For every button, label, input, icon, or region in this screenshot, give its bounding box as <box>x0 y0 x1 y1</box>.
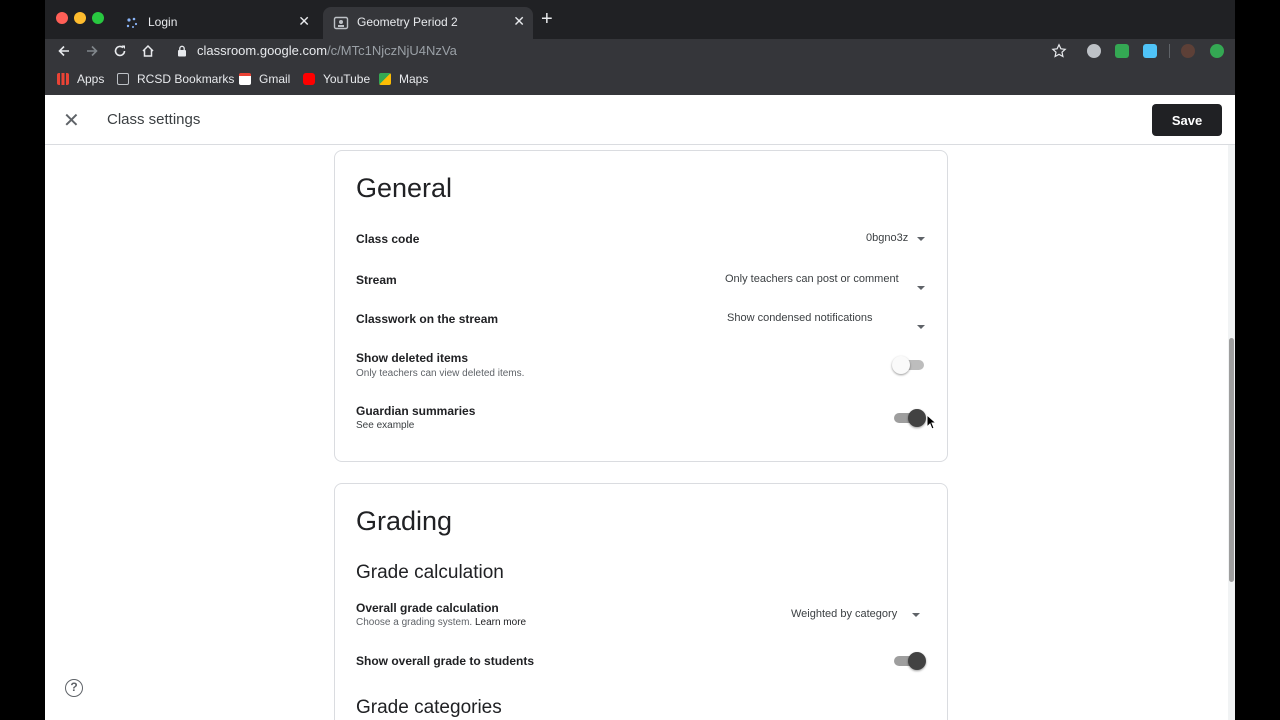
home-icon[interactable] <box>140 43 156 59</box>
show-deleted-label: Show deleted items <box>356 351 469 365</box>
overall-grade-label: Overall grade calculation <box>356 601 499 615</box>
scrollbar-thumb[interactable] <box>1229 338 1234 582</box>
guardian-summaries-label: Guardian summaries <box>356 404 476 418</box>
back-icon[interactable] <box>56 43 72 59</box>
close-icon[interactable]: ✕ <box>63 108 80 133</box>
overall-grade-value: Weighted by category <box>791 608 898 620</box>
browser-toolbar: classroom.google.com/c/MTc1NjczNjU4NzVa <box>45 39 1235 65</box>
grade-calculation-heading: Grade calculation <box>356 562 504 583</box>
show-deleted-toggle[interactable] <box>892 355 926 375</box>
chevron-down-icon <box>917 237 925 241</box>
show-deleted-description: Only teachers can view deleted items. <box>356 368 525 379</box>
folder-icon <box>117 73 129 85</box>
extension-help-icon[interactable] <box>1087 44 1101 58</box>
guardian-summaries-toggle[interactable] <box>892 408 926 428</box>
page-title: Class settings <box>107 111 201 128</box>
settings-header: ✕ Class settings Save <box>45 95 1235 145</box>
address-bar[interactable]: classroom.google.com/c/MTc1NjczNjU4NzVa <box>167 39 1077 63</box>
stream-value: Only teachers can post or comment <box>725 273 899 285</box>
learn-more-link[interactable]: Learn more <box>475 617 526 628</box>
mouse-cursor-icon <box>926 414 936 430</box>
section-heading: Grading <box>356 506 453 536</box>
class-code-label: Class code <box>356 232 420 246</box>
class-code-value: 0bgno3z <box>866 232 909 244</box>
classwork-stream-value: Show condensed notifications <box>727 312 873 324</box>
bookmark-maps[interactable]: Maps <box>379 72 428 86</box>
general-section: General Class code 0bgno3z Stream Only t… <box>334 150 948 462</box>
section-heading: General <box>356 173 453 203</box>
see-example-link[interactable]: See example <box>356 420 414 431</box>
profile-avatar-icon[interactable] <box>1181 44 1195 58</box>
tab-title: Login <box>148 15 178 29</box>
bookmarks-bar: Apps RCSD Bookmarks Gmail YouTube Maps <box>45 65 1235 95</box>
tab-title: Geometry Period 2 <box>357 15 458 29</box>
stream-label: Stream <box>356 273 397 287</box>
extension-cloud-icon[interactable] <box>1143 44 1157 58</box>
gmail-icon <box>239 73 251 85</box>
bookmark-apps[interactable]: Apps <box>57 72 104 86</box>
chevron-down-icon <box>912 613 920 617</box>
chevron-down-icon <box>917 286 925 290</box>
new-tab-button[interactable]: + <box>541 9 553 29</box>
close-window-button[interactable] <box>56 12 68 24</box>
tab-close-icon[interactable]: ✕ <box>513 13 525 30</box>
reload-icon[interactable] <box>112 43 128 59</box>
apps-grid-icon <box>57 73 69 85</box>
url-text[interactable]: classroom.google.com/c/MTc1NjczNjU4NzVa <box>197 43 457 58</box>
bookmark-gmail[interactable]: Gmail <box>239 72 290 86</box>
classwork-stream-label: Classwork on the stream <box>356 312 499 326</box>
toolbar-divider <box>1169 44 1170 58</box>
minimize-window-button[interactable] <box>74 12 86 24</box>
tab-geometry-period-2[interactable]: Geometry Period 2 ✕ <box>323 7 533 39</box>
maps-icon <box>379 73 391 85</box>
grading-section: Grading Grade calculation Overall grade … <box>334 483 948 720</box>
forward-icon[interactable] <box>84 43 100 59</box>
tab-close-icon[interactable]: ✕ <box>298 13 310 30</box>
classroom-icon <box>333 16 349 30</box>
update-icon[interactable] <box>1210 44 1224 58</box>
tab-strip: Login ✕ Geometry Period 2 ✕ + <box>45 0 1235 39</box>
maximize-window-button[interactable] <box>92 12 104 24</box>
show-overall-grade-label: Show overall grade to students <box>356 654 535 668</box>
browser-window: Login ✕ Geometry Period 2 ✕ + classroom.… <box>45 0 1235 720</box>
overall-grade-description: Choose a grading system. Learn more <box>356 617 527 628</box>
bookmark-star-icon[interactable] <box>1051 43 1067 59</box>
loading-spinner-icon <box>126 17 138 28</box>
show-overall-grade-toggle[interactable] <box>892 651 926 671</box>
lock-icon <box>178 45 186 57</box>
youtube-icon <box>303 73 315 85</box>
save-button[interactable]: Save <box>1152 104 1222 136</box>
grade-categories-heading: Grade categories <box>356 697 502 718</box>
help-icon[interactable]: ? <box>65 679 83 697</box>
bookmark-youtube[interactable]: YouTube <box>303 72 370 86</box>
chevron-down-icon <box>917 325 925 329</box>
tab-login[interactable]: Login ✕ <box>114 7 318 39</box>
extension-green-icon[interactable] <box>1115 44 1129 58</box>
bookmark-rcsd[interactable]: RCSD Bookmarks <box>117 72 234 86</box>
